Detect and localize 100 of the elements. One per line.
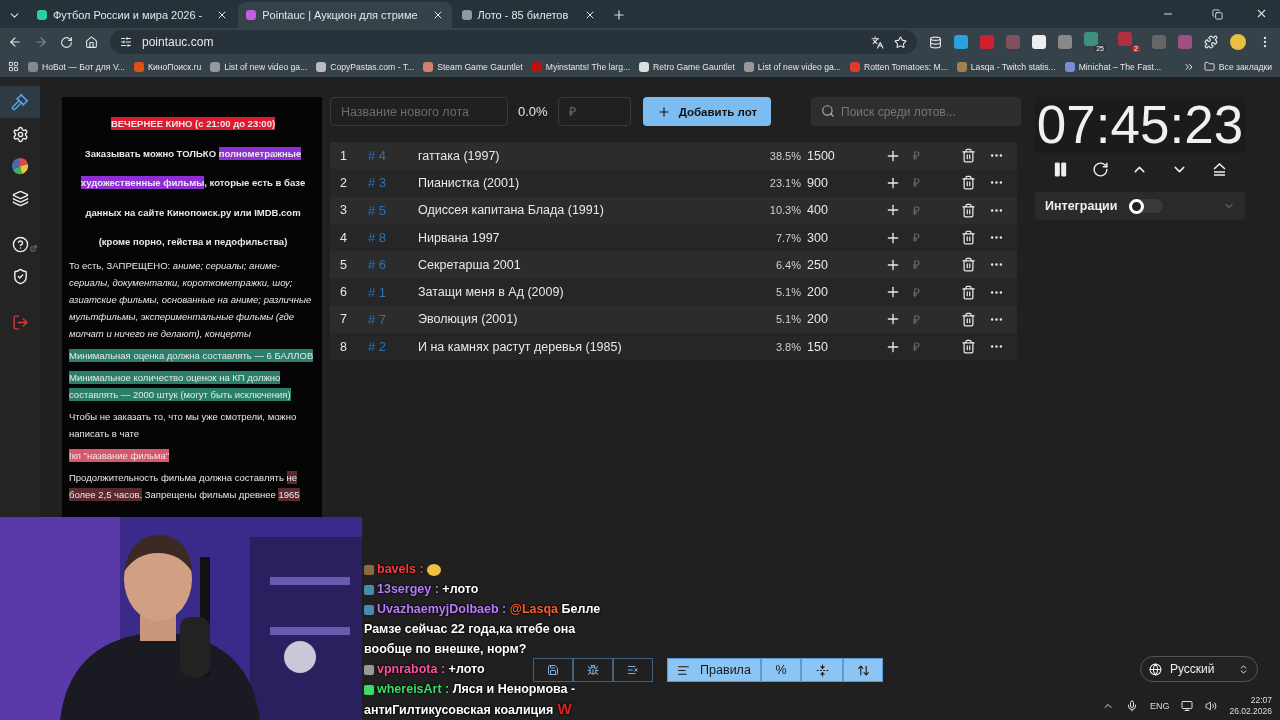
lot-id: # 1 bbox=[368, 284, 388, 300]
row-number: 5 bbox=[340, 257, 348, 272]
bug-button[interactable] bbox=[573, 658, 613, 682]
mic-icon[interactable] bbox=[1125, 700, 1138, 712]
browser-tab[interactable]: Лото - 85 билетов bbox=[453, 2, 604, 28]
lot-row[interactable]: 2 # 3 Пианистка (2001) 23.1% 900 ₽ bbox=[330, 169, 1017, 197]
percent-button[interactable]: % bbox=[761, 658, 801, 682]
lot-amount: 150 bbox=[807, 339, 829, 354]
bookmark[interactable]: КиноПоиск.ru bbox=[134, 61, 202, 72]
lot-name: Секретарша 2001 bbox=[418, 257, 522, 272]
bookmark[interactable]: List of new video ga... bbox=[210, 61, 308, 72]
lot-amount: 400 bbox=[807, 203, 829, 218]
bookmark[interactable]: Lasqa - Twitch statis... bbox=[956, 61, 1056, 72]
display-icon[interactable] bbox=[1181, 700, 1194, 712]
reload-icon[interactable] bbox=[60, 35, 73, 49]
delete-icon[interactable] bbox=[961, 339, 976, 355]
system-clock[interactable]: 22:07 26.02.2026 bbox=[1229, 695, 1272, 717]
input-language[interactable]: ENG bbox=[1149, 701, 1170, 711]
search-icon bbox=[821, 104, 836, 118]
reset-icon[interactable] bbox=[1091, 161, 1109, 178]
translate-icon[interactable] bbox=[871, 35, 884, 49]
lot-percent: 3.8% bbox=[774, 340, 802, 353]
extensions-icon[interactable] bbox=[1204, 35, 1218, 49]
add-lot-button[interactable]: Добавить лот bbox=[642, 97, 772, 126]
tab-favicon bbox=[461, 10, 472, 20]
sort-button[interactable] bbox=[843, 658, 883, 682]
bookmark[interactable]: List of new video ga... bbox=[743, 61, 841, 72]
bookmark[interactable]: HoBot — Бот для V... bbox=[28, 61, 125, 72]
bookmark[interactable]: Retro Game Gauntlet bbox=[639, 61, 735, 72]
delete-icon[interactable] bbox=[961, 202, 976, 218]
integrations-toggle[interactable] bbox=[1129, 199, 1164, 213]
language-select[interactable]: Русский bbox=[1140, 656, 1258, 682]
row-number: 8 bbox=[340, 339, 348, 354]
layers-icon bbox=[11, 189, 29, 207]
plus-icon bbox=[656, 104, 671, 119]
bookmark[interactable]: Myinstants! The larg... bbox=[531, 61, 631, 72]
integrations-panel[interactable]: Интеграции bbox=[1035, 192, 1245, 220]
delete-icon[interactable] bbox=[961, 230, 976, 246]
address-field[interactable]: pointauc.com bbox=[142, 35, 214, 49]
rules-paragraph: Минимальное количество оценок на КП должно составлять — 2000 штук (могут быть исключения) bbox=[69, 369, 292, 403]
delete-icon[interactable] bbox=[961, 284, 976, 300]
lot-amount: 200 bbox=[807, 312, 829, 327]
rules-paragraph: !кп "название фильма" bbox=[69, 447, 171, 464]
delete-icon[interactable] bbox=[961, 311, 976, 327]
lot-id: # 3 bbox=[368, 175, 388, 191]
all-bookmarks[interactable]: Все закладки bbox=[1203, 61, 1272, 72]
site-info-icon[interactable] bbox=[120, 36, 132, 48]
bookmark[interactable]: Rotten Tomatoes: M... bbox=[849, 61, 948, 72]
rules-button[interactable]: Правила bbox=[667, 658, 761, 682]
delete-icon[interactable] bbox=[961, 175, 976, 191]
home-icon[interactable] bbox=[85, 35, 98, 49]
rules-paragraph: Минимальная оценка должна составлять — 6 БАЛЛОВ bbox=[69, 347, 315, 364]
bookmark[interactable]: Steam Game Gauntlet bbox=[423, 61, 523, 72]
lot-percent: 10.3% bbox=[768, 204, 802, 217]
lot-row[interactable]: 3 # 5 Одиссея капитана Блада (1991) 10.3% 400 ₽ bbox=[330, 196, 1017, 224]
bookmark[interactable]: CopyPastas.com - T... bbox=[316, 61, 415, 72]
browser-tab[interactable]: Футбол России и мира 2026 - bbox=[29, 2, 237, 28]
chat-message: vpnrabota : +лото bbox=[364, 659, 485, 679]
compress-button[interactable] bbox=[801, 658, 843, 682]
new-tab-icon[interactable] bbox=[611, 8, 626, 22]
lot-percent: 23.1% bbox=[768, 176, 802, 189]
lot-row[interactable]: 5 # 6 Секретарша 2001 6.4% 250 ₽ bbox=[330, 251, 1017, 279]
clear-button[interactable] bbox=[613, 658, 653, 682]
lot-id: # 8 bbox=[368, 230, 388, 246]
lot-name: гаттака (1997) bbox=[418, 148, 501, 163]
lot-name: И на камнях растут деревья (1985) bbox=[418, 339, 623, 354]
lot-row[interactable]: 4 # 8 Нирвана 1997 7.7% 300 ₽ bbox=[330, 223, 1017, 252]
row-number: 1 bbox=[340, 148, 348, 163]
chat-message: UvazhaemyjDolbaeb : @Lasqa Белле Рамзе сейчас 22 года,ка ктебе она вообще по внешке, норм? bbox=[364, 601, 602, 658]
volume-icon[interactable] bbox=[1205, 700, 1218, 712]
lot-id: # 2 bbox=[368, 339, 388, 355]
database-icon[interactable] bbox=[929, 35, 942, 49]
search-field[interactable]: Поиск среди лотов... bbox=[811, 97, 1022, 126]
restore-icon[interactable] bbox=[1212, 9, 1223, 20]
close-icon[interactable] bbox=[1255, 7, 1268, 20]
rules-paragraph: Продолжительность фильма должна составлять не более 2,5 часов. Запрещены фильмы древнее 1965 bbox=[69, 469, 301, 503]
back-icon[interactable] bbox=[8, 35, 22, 49]
bookmark[interactable]: Minichat – The Fast... bbox=[1064, 61, 1162, 72]
folder-icon bbox=[1203, 61, 1215, 72]
delete-icon[interactable] bbox=[961, 257, 976, 273]
lot-percent: 6.4% bbox=[774, 258, 802, 271]
profile-avatar[interactable] bbox=[1230, 34, 1246, 50]
lot-name: Одиссея капитана Блада (1991) bbox=[418, 203, 605, 218]
lot-name-field[interactable]: Название нового лота bbox=[330, 97, 508, 126]
amount-field[interactable]: ₽ bbox=[557, 97, 631, 126]
lot-row[interactable]: 1 # 4 гаттака (1997) 38.5% 1500 ₽ bbox=[330, 142, 1017, 170]
browser-tab[interactable]: Pointauc | Аукцион для стриме bbox=[238, 2, 452, 28]
lot-row[interactable]: 7 # 7 Эволюция (2001) 5.1% 200 ₽ bbox=[330, 305, 1017, 334]
save-button[interactable] bbox=[533, 658, 573, 682]
lot-row[interactable]: 6 # 1 Затащи меня в Ад (2009) 5.1% 200 ₽ bbox=[330, 278, 1017, 306]
lot-amount: 900 bbox=[807, 175, 829, 190]
row-number: 7 bbox=[340, 312, 348, 327]
forward-icon[interactable] bbox=[34, 35, 48, 49]
timer-display: 07:45:23 bbox=[1035, 97, 1245, 153]
delete-icon[interactable] bbox=[961, 148, 976, 164]
lot-row[interactable]: 8 # 2 И на камнях растут деревья (1985) 3.8% 150 ₽ bbox=[330, 333, 1017, 361]
apps-icon[interactable] bbox=[8, 61, 19, 72]
rules-paragraph: То есть, ЗАПРЕЩЕНО: аниме; сериалы; аниме-сериалы, документалки, короткометражки, шоу; азиатские фильмы, основанные на аниме; различные мультфильмы, экспериментальные фильмы (где молчат и ничего не делают), концерты bbox=[69, 258, 313, 341]
bookmark-star-icon[interactable] bbox=[894, 35, 907, 49]
list-icon bbox=[677, 663, 691, 677]
